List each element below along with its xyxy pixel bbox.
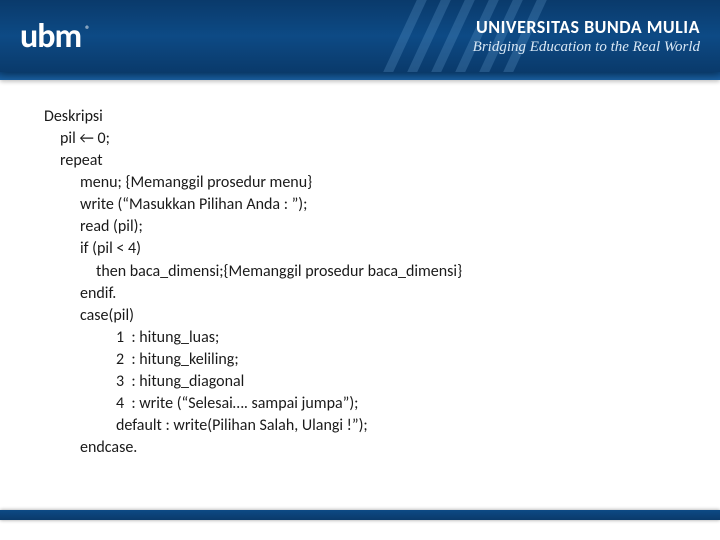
code-line: 2 : hitung_keliling; [44,349,676,371]
slide-header: ubm ® UNIVERSITAS BUNDA MULIA Bridging E… [0,0,720,72]
logo-text: ubm [20,16,81,57]
logo-registered: ® [85,23,90,36]
code-line: pil ← 0; [44,128,676,150]
code-line: repeat [44,150,676,172]
code-line: 4 : write (“Selesai…. sampai jumpa”); [44,393,676,415]
code-line: if (pil < 4) [44,238,676,260]
university-name: UNIVERSITAS BUNDA MULIA [473,16,700,38]
university-block: UNIVERSITAS BUNDA MULIA Bridging Educati… [473,16,700,56]
code-line: read (pil); [44,216,676,238]
university-tagline: Bridging Education to the Real World [473,39,700,56]
code-line: case(pil) [44,305,676,327]
code-line: menu; {Memanggil prosedur menu} [44,172,676,194]
code-line: endif. [44,283,676,305]
code-line: Deskripsi [44,106,676,128]
code-line: endcase. [44,437,676,459]
pseudocode-block: Deskripsi pil ← 0; repeat menu; {Memangg… [0,80,720,459]
code-line: 1 : hitung_luas; [44,327,676,349]
code-line: 3 : hitung_diagonal [44,371,676,393]
code-line: default : write(Pilihan Salah, Ulangi !”… [44,415,676,437]
code-line: then baca_dimensi;{Memanggil prosedur ba… [44,261,676,283]
code-line: write (“Masukkan Pilihan Anda : ”); [44,194,676,216]
logo: ubm ® [20,16,90,57]
slide-footer-bar [0,510,720,520]
header-sub-bar [0,72,720,80]
